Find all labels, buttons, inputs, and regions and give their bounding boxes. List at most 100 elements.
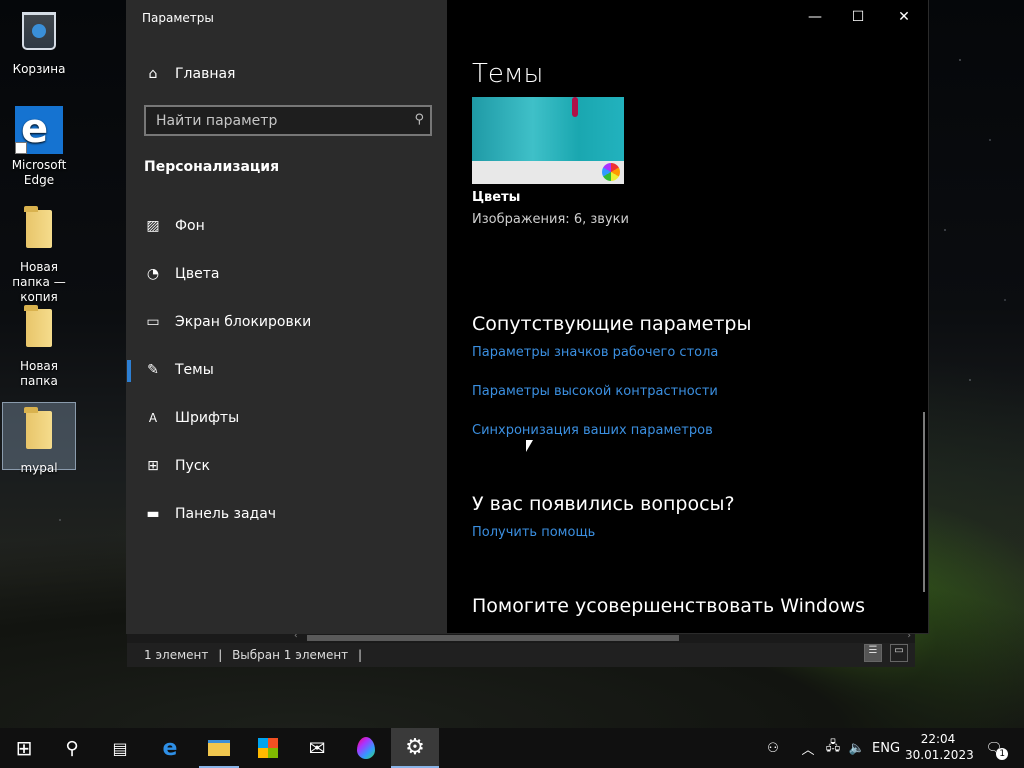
scrollbar-thumb[interactable] xyxy=(307,635,679,641)
desktop-icon-edge[interactable]: e Microsoft Edge xyxy=(2,106,76,188)
sidebar-item-taskbar[interactable]: ▬ Панель задач xyxy=(127,494,447,534)
high-contrast-settings-link[interactable]: Параметры высокой контрастности xyxy=(472,384,718,399)
sidebar-item-label: Шрифты xyxy=(175,410,240,426)
folder-icon xyxy=(16,305,62,355)
sidebar-item-colors[interactable]: ◔ Цвета xyxy=(127,254,447,294)
taskbar: ⊞ ⚲ ▤ e ✉ ⚙ ⚇ ︿ 🖧 🔈 ENG 22:04 30.01.2023 xyxy=(0,728,1024,768)
theme-thumbnail[interactable] xyxy=(472,97,624,184)
sidebar-item-label: Панель задач xyxy=(175,506,277,522)
taskbar-icon: ▬ xyxy=(146,506,160,522)
chevron-up-icon: ︿ xyxy=(801,742,815,758)
desktop-icon-mypal[interactable]: mypal xyxy=(2,402,76,475)
search-input[interactable]: Найти параметр ⚲ xyxy=(144,105,432,136)
page-title: Темы xyxy=(472,59,544,89)
theme-description: Изображения: 6, звуки xyxy=(472,212,629,227)
taskbar-settings-button[interactable]: ⚙ xyxy=(391,728,439,768)
status-separator: | xyxy=(218,648,223,662)
search-icon: ⚲ xyxy=(65,737,79,759)
notification-icon: 🗨 1 xyxy=(986,741,1009,760)
desktop-icon-recycle-bin[interactable]: Корзина xyxy=(2,8,76,77)
task-view-button[interactable]: ▤ xyxy=(96,728,144,768)
font-icon: A xyxy=(148,411,158,425)
close-button[interactable]: ✕ xyxy=(881,0,927,34)
language-indicator[interactable]: ENG xyxy=(872,728,900,768)
taskbar-mail-button[interactable]: ✉ xyxy=(293,728,341,768)
sidebar-item-background[interactable]: ▨ Фон xyxy=(127,206,447,246)
desktop-icon-label: Корзина xyxy=(12,62,66,76)
sidebar-item-label: Темы xyxy=(175,362,214,378)
sync-settings-link[interactable]: Синхронизация ваших параметров xyxy=(472,423,713,438)
clock-time: 22:04 xyxy=(920,732,956,746)
section-title: Персонализация xyxy=(144,159,280,175)
sidebar-item-themes[interactable]: ✎ Темы xyxy=(127,350,447,390)
maximize-icon: ☐ xyxy=(851,9,865,25)
taskbar-file-explorer-button[interactable] xyxy=(195,728,243,768)
edge-icon: e xyxy=(162,735,178,761)
volume-button[interactable]: 🔈 xyxy=(846,728,868,768)
language-label: ENG xyxy=(872,740,901,756)
taskbar-edge-button[interactable]: e xyxy=(146,728,194,768)
window-title: Параметры xyxy=(142,11,214,25)
network-icon: 🖧 xyxy=(825,739,841,754)
people-icon: ⚇ xyxy=(767,740,779,756)
get-help-link[interactable]: Получить помощь xyxy=(472,525,595,540)
show-hidden-icons-button[interactable]: ︿ xyxy=(797,728,819,768)
store-icon xyxy=(258,738,278,758)
close-icon: ✕ xyxy=(898,9,910,25)
home-icon: ⌂ xyxy=(148,66,158,82)
image-icon: ▨ xyxy=(146,218,160,234)
desktop-icon-label: Microsoft Edge xyxy=(11,158,67,187)
desktop-icon-label: Новая папка xyxy=(19,359,58,388)
network-button[interactable]: 🖧 xyxy=(822,728,844,768)
status-separator: | xyxy=(358,648,363,662)
status-item-count: 1 элемент xyxy=(144,648,209,662)
recycle-bin-icon xyxy=(16,12,62,58)
lock-screen-icon: ▭ xyxy=(146,314,160,330)
folder-icon xyxy=(16,206,62,256)
sidebar-item-label: Цвета xyxy=(175,266,220,282)
related-settings-heading: Сопутствующие параметры xyxy=(472,313,752,335)
sidebar-item-lock-screen[interactable]: ▭ Экран блокировки xyxy=(127,302,447,342)
large-icons-view-button[interactable]: ▭ xyxy=(890,644,908,662)
task-view-icon: ▤ xyxy=(112,738,128,758)
edge-icon: e xyxy=(15,106,63,154)
status-selected-count: Выбран 1 элемент xyxy=(232,648,349,662)
clock[interactable]: 22:04 30.01.2023 xyxy=(905,731,974,763)
settings-sidebar: Параметры ⌂ Главная Найти параметр ⚲ Пер… xyxy=(127,0,447,633)
clock-date: 30.01.2023 xyxy=(905,748,974,762)
search-button[interactable]: ⚲ xyxy=(48,728,96,768)
desktop-icon-label: mypal xyxy=(20,461,58,475)
desktop-icon-settings-link[interactable]: Параметры значков рабочего стола xyxy=(472,345,718,360)
horizontal-scrollbar[interactable]: ‹ › xyxy=(127,631,915,643)
sidebar-item-start[interactable]: ⊞ Пуск xyxy=(127,446,447,486)
desktop-icon-label: Новая папка — копия xyxy=(12,260,66,304)
vertical-scrollbar[interactable] xyxy=(923,412,925,592)
search-icon[interactable]: ⚲ xyxy=(414,112,424,127)
search-placeholder: Найти параметр xyxy=(156,113,278,129)
details-view-button[interactable]: ☰ xyxy=(864,644,882,662)
people-button[interactable]: ⚇ xyxy=(760,728,786,768)
sidebar-item-label: Пуск xyxy=(175,458,210,474)
start-icon: ⊞ xyxy=(15,736,33,760)
desktop-icon-folder-copy[interactable]: Новая папка — копия xyxy=(2,206,76,305)
settings-icon: ⚙ xyxy=(405,734,425,760)
palette-icon: ◔ xyxy=(146,266,160,282)
taskbar-store-button[interactable] xyxy=(244,728,292,768)
start-button[interactable]: ⊞ xyxy=(0,728,48,768)
file-explorer-window: ‹ › 1 элемент | Выбран 1 элемент | ☰ ▭ xyxy=(127,631,915,667)
mouse-cursor xyxy=(526,440,533,452)
sidebar-item-home[interactable]: ⌂ Главная xyxy=(127,54,447,94)
theme-name: Цветы xyxy=(472,190,521,205)
taskbar-paint3d-button[interactable] xyxy=(342,728,390,768)
action-center-button[interactable]: 🗨 1 xyxy=(980,728,1009,768)
improve-windows-heading: Помогите усовершенствовать Windows xyxy=(472,595,866,617)
status-bar: 1 элемент | Выбран 1 элемент | xyxy=(144,648,362,662)
sidebar-item-fonts[interactable]: A Шрифты xyxy=(127,398,447,438)
maximize-button[interactable]: ☐ xyxy=(835,0,881,34)
color-wheel-icon xyxy=(602,163,620,181)
questions-heading: У вас появились вопросы? xyxy=(472,493,735,515)
desktop-icon-folder[interactable]: Новая папка xyxy=(2,305,76,389)
minimize-button[interactable]: — xyxy=(792,0,838,34)
paint3d-icon xyxy=(357,737,375,759)
notification-count: 1 xyxy=(996,747,1009,760)
